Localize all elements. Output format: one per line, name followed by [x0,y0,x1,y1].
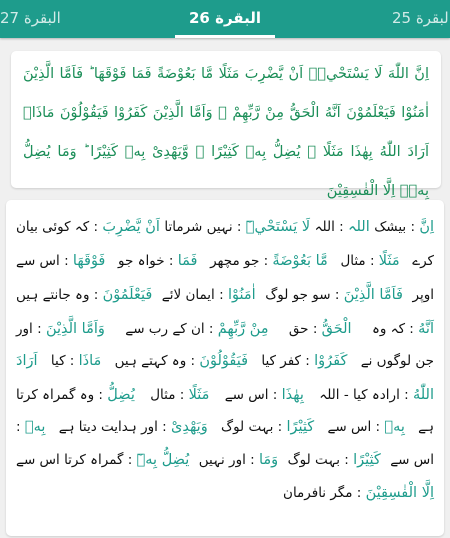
word-arabic[interactable]: الْحَقُّ [322,321,352,337]
word-meaning: : نہیں شرماتا [164,219,246,235]
translation-line-9: اِلَّا الْفٰسِقِيْنَ : مگر نافرمان [16,478,434,508]
verse-arabic-text: اِنَّ اللّٰهَ لَا يَسْتَحْيٖۤ اَنْ يَّضْ… [23,66,429,199]
word-arabic[interactable]: فَوْقَهَا [73,253,105,269]
word-arabic[interactable]: يُضِلُّ بِهٖٓ [137,452,190,468]
word-arabic[interactable]: اَنَّهُ [418,321,434,337]
verse-card: اِنَّ اللّٰهَ لَا يَسْتَحْيٖۤ اَنْ يَّضْ… [11,51,441,199]
tab-baqarah-26-active[interactable]: البقرة 26 [175,0,275,38]
word-meaning: : خواہ جو [117,253,178,269]
word-arabic[interactable]: فَيَعْلَمُوْنَ [103,287,153,303]
word-meaning: : حق [288,321,322,337]
word-by-word-translation-card: اِنَّ : بیشک اللہ : اللہ لَا يَسْتَحْيٖٓ… [6,200,444,536]
word-arabic[interactable]: اَرَادَ [16,353,38,369]
translation-line-3: اوپر فَاَمَّا الَّذِيْنَ : سو جو لوگ اٰم… [16,280,434,310]
word-meaning: جن لوگوں نے [360,353,434,369]
word-arabic[interactable]: لَا يَسْتَحْيٖٓ [246,219,310,235]
word-meaning: : بیشک [374,219,420,235]
word-meaning: : گمراہ کرتا اس سے [16,452,137,468]
word-meaning: : ان کے رب سے [125,321,218,337]
translation-line-6: اللّٰهُ : ارادہ کیا - اللہ بِهٰذَا : اس … [16,380,434,410]
word-meaning: : کہ کوئی بیان [16,219,103,235]
word-meaning: : [16,419,25,435]
word-arabic[interactable]: اللہ [348,219,370,235]
active-tab-indicator [175,35,275,38]
word-meaning: : اللہ [314,219,348,235]
word-meaning: اوپر [412,287,434,303]
word-meaning: کرے [412,253,434,269]
word-meaning: : وہ جانتے ہیں [16,287,103,303]
word-meaning: : اس سے [224,387,282,403]
translation-line-4: اَنَّهُ : کہ وہ الْحَقُّ : حق مِنْ رَّبِ… [16,314,434,344]
word-arabic[interactable]: مَّا بَعُوْضَةً [272,253,327,269]
word-arabic[interactable]: وَاَمَّا الَّذِيْنَ [46,321,105,337]
word-meaning: : کفر کیا [261,353,315,369]
word-meaning: : مگر نافرمان [283,485,366,501]
word-meaning: : بہت لوگ [221,419,287,435]
word-arabic[interactable]: بِهٰذَا [282,387,304,403]
word-meaning: : ارادہ کیا - اللہ [319,387,413,403]
word-arabic[interactable]: اٰمَنُوْا [228,287,256,303]
word-meaning: : اور [16,321,46,337]
word-meaning: اس سے [390,452,434,468]
translation-line-1: اِنَّ : بیشک اللہ : اللہ لَا يَسْتَحْيٖٓ… [16,212,434,242]
word-meaning: : کہ وہ [371,321,419,337]
word-arabic[interactable]: بِهٖ [384,419,405,435]
word-arabic[interactable]: كَفَرُوْا [314,353,347,369]
word-arabic[interactable]: وَمَا [259,452,278,468]
tab-baqarah-27[interactable]: البقرة 27 [0,0,61,38]
translation-line-8: اس سے كَثِيْرًا : بہت لوگ وَمَا : اور نہ… [16,445,434,475]
word-arabic[interactable]: اللّٰهُ [413,387,434,403]
word-meaning: : بہت لوگ [287,452,354,468]
word-meaning: ہے [418,419,434,435]
translation-line-7: ہے بِهٖ : اس سے كَثِيْرًا : بہت لوگ وَيَ… [16,412,434,442]
translation-line-2: کرے مَثَلًا : مثال مَّا بَعُوْضَةً : جو … [16,246,434,276]
word-arabic[interactable]: فَاَمَّا الَّذِيْنَ [344,287,403,303]
surah-tab-bar: البقرة 25 البقرة 26 البقرة 27 [0,0,450,38]
word-meaning: : مثال [340,253,379,269]
word-arabic[interactable]: فَمَا [178,253,198,269]
word-arabic[interactable]: مَثَلًا [379,253,400,269]
word-meaning: : اس سے [16,253,73,269]
word-meaning: : اور نہیں [198,452,259,468]
word-arabic[interactable]: مِنْ رَّبِّهِمْ [218,321,269,337]
word-meaning: : وہ گمراہ کرتا [16,387,108,403]
word-meaning: : جو مچھر [210,253,273,269]
translation-line-5: جن لوگوں نے كَفَرُوْا : کفر کیا فَيَقُوْ… [16,346,434,376]
word-arabic[interactable]: مَثَلًا [189,387,210,403]
word-meaning: : وہ کہتے ہیں [114,353,200,369]
tab-baqarah-25[interactable]: البقرة 25 [392,0,450,38]
word-meaning: : ایمان لائے [161,287,228,303]
word-meaning: : اس سے [327,419,385,435]
word-arabic[interactable]: مَاذَا [79,353,102,369]
word-arabic[interactable]: بِهٖ [25,419,46,435]
word-meaning: : مثال [150,387,189,403]
word-arabic[interactable]: كَثِيْرًا [287,419,315,435]
word-meaning: : کیا [50,353,79,369]
word-arabic[interactable]: كَثِيْرًا [353,452,381,468]
word-arabic[interactable]: اِنَّ [419,219,434,235]
word-arabic[interactable]: اِلَّا الْفٰسِقِيْنَ [366,485,434,501]
word-arabic[interactable]: وَيَهْدِىْ [171,419,208,435]
word-arabic[interactable]: يُضِلُّ [107,387,135,403]
word-arabic[interactable]: اَنْ يَّضْرِبَ [102,219,160,235]
word-meaning: : سو جو لوگ [265,287,344,303]
word-arabic[interactable]: فَيَقُوْلُوْنَ [199,353,248,369]
word-meaning: : اور ہدایت دیتا ہے [58,419,172,435]
